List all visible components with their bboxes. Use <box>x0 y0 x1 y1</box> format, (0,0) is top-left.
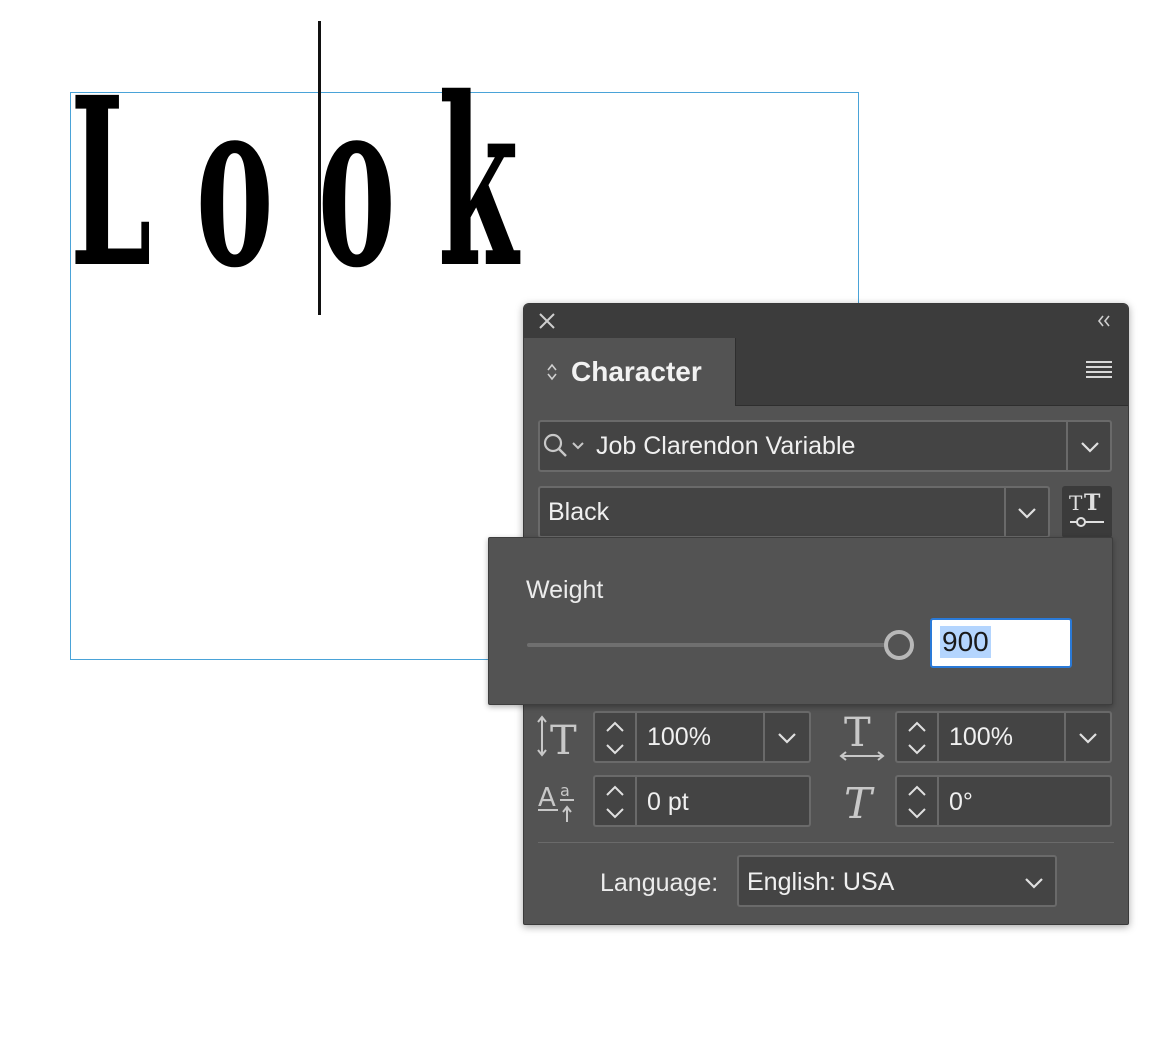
font-family-value[interactable]: Job Clarendon Variable <box>596 432 855 461</box>
horizontal-scale-value[interactable]: 100% <box>949 723 1013 752</box>
variable-font-button[interactable]: T T <box>1062 486 1112 538</box>
divider <box>1004 488 1006 536</box>
variable-font-icon: T T <box>1069 490 1104 527</box>
font-style-field[interactable]: Black <box>538 486 1050 538</box>
stepper-arrows-icon[interactable] <box>897 777 937 825</box>
close-icon[interactable] <box>536 310 558 332</box>
svg-text:T: T <box>1084 490 1101 516</box>
panel-titlebar[interactable] <box>524 304 1128 338</box>
canvas-letter[interactable]: k <box>438 67 518 299</box>
vertical-scale-icon: T <box>537 715 577 760</box>
divider <box>538 842 1114 843</box>
stepper-arrows-icon[interactable] <box>595 713 635 761</box>
tab-arrows-icon <box>547 363 557 381</box>
skew-value[interactable]: 0° <box>949 788 973 817</box>
weight-input[interactable]: 900 <box>930 618 1072 668</box>
svg-text:T: T <box>844 779 875 826</box>
hamburger-menu-icon[interactable] <box>1086 360 1112 380</box>
weight-label: Weight <box>526 576 604 604</box>
skew-icon: T <box>844 779 875 826</box>
text-cursor <box>318 21 321 315</box>
language-value[interactable]: English: USA <box>747 868 894 897</box>
stepper-arrows-icon[interactable] <box>595 777 635 825</box>
svg-text:T: T <box>1069 491 1083 515</box>
search-icon[interactable] <box>542 431 590 461</box>
language-label: Language: <box>600 869 719 897</box>
chevron-down-icon[interactable] <box>1023 876 1045 890</box>
divider <box>635 713 637 761</box>
skew-field[interactable]: 0° <box>895 775 1112 827</box>
baseline-shift-icon: A a <box>538 781 574 822</box>
font-style-value[interactable]: Black <box>548 498 609 527</box>
divider <box>1066 422 1068 470</box>
vertical-scale-field[interactable]: 100% <box>593 711 811 763</box>
horizontal-scale-field[interactable]: 100% <box>895 711 1112 763</box>
divider <box>1064 713 1066 761</box>
weight-slider-track[interactable] <box>527 643 887 647</box>
svg-text:T: T <box>550 718 577 760</box>
chevron-down-icon[interactable] <box>1077 731 1099 745</box>
vertical-scale-value[interactable]: 100% <box>647 723 711 752</box>
weight-slider-thumb[interactable] <box>884 630 914 660</box>
divider <box>635 777 637 825</box>
baseline-shift-value[interactable]: 0 pt <box>647 788 689 817</box>
horizontal-scale-icon: T <box>839 710 885 761</box>
language-select[interactable]: English: USA <box>737 855 1057 907</box>
divider <box>937 713 939 761</box>
baseline-shift-field[interactable]: 0 pt <box>593 775 811 827</box>
canvas-letter[interactable]: o <box>318 67 395 299</box>
stepper-arrows-icon[interactable] <box>897 713 937 761</box>
svg-text:A: A <box>538 783 556 813</box>
tab-label: Character <box>571 356 702 387</box>
chevron-down-icon[interactable] <box>1079 440 1101 454</box>
font-family-field[interactable]: Job Clarendon Variable <box>538 420 1112 472</box>
weight-value[interactable]: 900 <box>940 626 991 658</box>
svg-text:T: T <box>844 710 871 756</box>
canvas-letter[interactable]: L <box>70 67 152 299</box>
chevron-down-icon[interactable] <box>776 731 798 745</box>
tab-character[interactable]: Character <box>524 338 736 406</box>
divider <box>763 713 765 761</box>
canvas-letter[interactable]: o <box>196 67 273 299</box>
divider <box>937 777 939 825</box>
collapse-icon[interactable] <box>1094 311 1114 331</box>
chevron-down-icon[interactable] <box>1016 506 1038 520</box>
svg-text:a: a <box>560 781 570 800</box>
weight-popup: Weight 900 <box>488 537 1113 705</box>
